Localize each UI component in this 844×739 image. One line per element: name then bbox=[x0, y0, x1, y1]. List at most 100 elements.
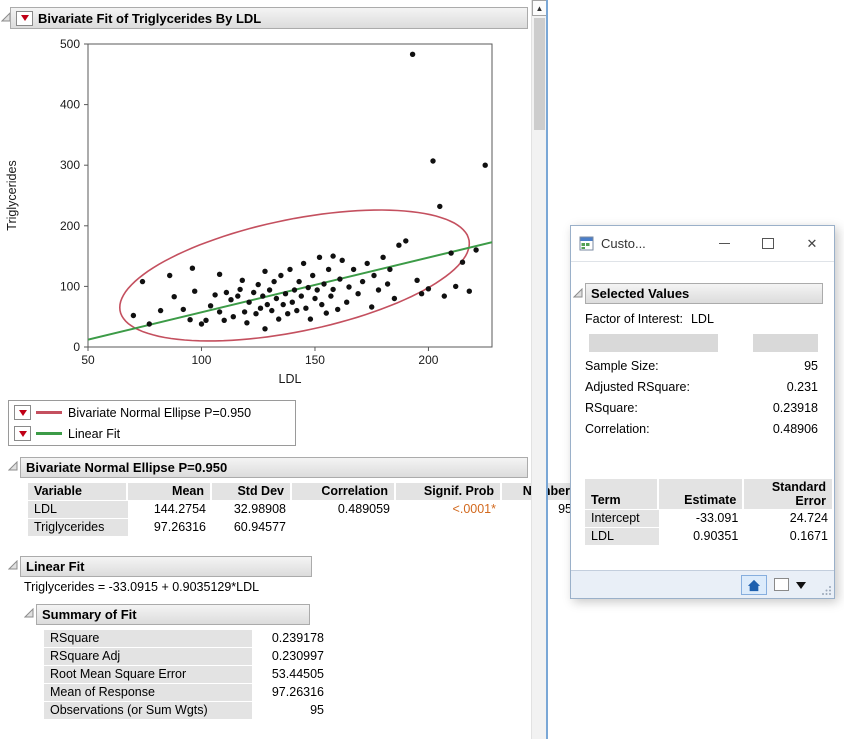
factor-of-interest-label: Factor of Interest: bbox=[585, 312, 683, 326]
fit-equation: Triglycerides = -33.0915 + 0.9035129*LDL bbox=[24, 580, 259, 594]
window-title: Custo... bbox=[601, 236, 702, 251]
red-triangle-menu-icon[interactable] bbox=[14, 405, 31, 420]
section-title: Summary of Fit bbox=[42, 607, 137, 622]
section-header-selected-values: Selected Values bbox=[585, 283, 823, 304]
legend-swatch bbox=[36, 432, 62, 435]
svg-text:400: 400 bbox=[60, 98, 80, 112]
value-list-box[interactable] bbox=[753, 334, 818, 352]
scatter-plot[interactable]: 010020030040050050100150200Triglycerides… bbox=[0, 30, 530, 392]
coefficient-table: Term Estimate Standard Error Intercept -… bbox=[585, 479, 834, 545]
summary-label: Mean of Response bbox=[44, 683, 252, 701]
svg-text:150: 150 bbox=[305, 353, 325, 367]
factor-list-box[interactable] bbox=[589, 334, 718, 352]
row-header: Triglycerides bbox=[28, 518, 128, 536]
section-header-summary: Summary of Fit bbox=[36, 604, 310, 625]
row-header: LDL bbox=[28, 500, 128, 518]
report-title-bar: Bivariate Fit of Triglycerides By LDL bbox=[10, 7, 528, 29]
stat-value: 0.23918 bbox=[773, 401, 818, 415]
svg-text:300: 300 bbox=[60, 158, 80, 172]
summary-label: Observations (or Sum Wgts) bbox=[44, 701, 252, 719]
table-cell: -33.091 bbox=[659, 509, 745, 527]
close-button[interactable]: ✕ bbox=[790, 226, 834, 262]
maximize-button[interactable] bbox=[746, 226, 790, 262]
summary-value: 95 bbox=[252, 701, 330, 719]
resize-grip[interactable] bbox=[821, 585, 832, 596]
summary-value: 0.230997 bbox=[252, 647, 330, 665]
stat-label: RSquare: bbox=[585, 401, 638, 415]
svg-text:500: 500 bbox=[60, 37, 80, 51]
svg-text:0: 0 bbox=[73, 340, 80, 354]
legend-label: Bivariate Normal Ellipse P=0.950 bbox=[68, 406, 251, 420]
red-triangle-glyph bbox=[19, 410, 27, 416]
table-row: Mean of Response 97.26316 bbox=[44, 683, 330, 701]
svg-text:LDL: LDL bbox=[279, 372, 302, 386]
svg-text:200: 200 bbox=[60, 219, 80, 233]
table-row: LDL 0.90351 0.1671 bbox=[585, 527, 834, 545]
disclosure-triangle-icon[interactable] bbox=[24, 608, 34, 618]
summary-table: RSquare 0.239178 RSquare Adj 0.230997 Ro… bbox=[44, 629, 330, 719]
summary-value: 97.26316 bbox=[252, 683, 330, 701]
table-row: RSquare 0.239178 bbox=[44, 629, 330, 647]
stat-value: 0.48906 bbox=[773, 422, 818, 436]
scroll-up-icon: ▲ bbox=[536, 4, 544, 13]
scroll-up-button[interactable]: ▲ bbox=[532, 0, 547, 16]
stat-label: Sample Size: bbox=[585, 359, 659, 373]
table-header-row: Variable Mean Std Dev Correlation Signif… bbox=[28, 483, 578, 500]
row-header: LDL bbox=[585, 527, 659, 545]
column-header: Std Dev bbox=[212, 483, 292, 500]
home-icon bbox=[747, 579, 761, 592]
svg-text:100: 100 bbox=[191, 353, 211, 367]
red-triangle-glyph bbox=[21, 15, 29, 21]
column-header: Variable bbox=[28, 483, 128, 500]
section-title: Linear Fit bbox=[26, 559, 85, 574]
red-triangle-glyph bbox=[19, 431, 27, 437]
red-triangle-menu-icon[interactable] bbox=[14, 426, 31, 441]
disclosure-triangle-icon[interactable] bbox=[8, 461, 18, 471]
table-cell bbox=[292, 518, 396, 536]
column-header: Signif. Prob bbox=[396, 483, 502, 500]
summary-value: 53.44505 bbox=[252, 665, 330, 683]
section-title: Selected Values bbox=[591, 286, 689, 301]
summary-value: 0.239178 bbox=[252, 629, 330, 647]
disclosure-triangle-icon[interactable] bbox=[573, 288, 583, 298]
legend-item: Bivariate Normal Ellipse P=0.950 bbox=[9, 402, 295, 423]
stat-label: Correlation: bbox=[585, 422, 650, 436]
stat-row: Sample Size: 95 bbox=[585, 359, 818, 373]
summary-label: RSquare Adj bbox=[44, 647, 252, 665]
window-border-line bbox=[546, 0, 548, 739]
table-row: Triglycerides 97.26316 60.94577 bbox=[28, 518, 578, 536]
window-title-bar[interactable]: Custo... ✕ bbox=[571, 226, 834, 262]
table-row: RSquare Adj 0.230997 bbox=[44, 647, 330, 665]
table-row: Observations (or Sum Wgts) 95 bbox=[44, 701, 330, 719]
column-header: Standard Error bbox=[744, 479, 834, 509]
summary-label: Root Mean Square Error bbox=[44, 665, 252, 683]
section-title: Bivariate Normal Ellipse P=0.950 bbox=[26, 460, 227, 475]
legend-item: Linear Fit bbox=[9, 423, 295, 444]
stat-row: RSquare: 0.23918 bbox=[585, 401, 818, 415]
disclosure-triangle-icon[interactable] bbox=[8, 560, 18, 570]
dropdown-arrow-icon[interactable] bbox=[796, 582, 806, 589]
red-triangle-menu-icon[interactable] bbox=[16, 11, 33, 26]
svg-text:50: 50 bbox=[81, 353, 95, 367]
table-cell: 60.94577 bbox=[212, 518, 292, 536]
table-cell: 32.98908 bbox=[212, 500, 292, 518]
maximize-icon bbox=[762, 238, 774, 249]
home-button[interactable] bbox=[741, 575, 767, 595]
section-header-linear-fit: Linear Fit bbox=[20, 556, 312, 577]
scrollbar-thumb[interactable] bbox=[534, 18, 545, 130]
report-vertical-scrollbar[interactable]: ▲ bbox=[531, 0, 546, 739]
stat-row: Correlation: 0.48906 bbox=[585, 422, 818, 436]
table-cell: 24.724 bbox=[744, 509, 834, 527]
ellipse-stats-table: Variable Mean Std Dev Correlation Signif… bbox=[28, 483, 578, 536]
stat-label: Adjusted RSquare: bbox=[585, 380, 690, 394]
minimize-button[interactable] bbox=[702, 226, 746, 262]
legend-label: Linear Fit bbox=[68, 427, 120, 441]
section-header-ellipse: Bivariate Normal Ellipse P=0.950 bbox=[20, 457, 528, 478]
table-cell: 97.26316 bbox=[128, 518, 212, 536]
summary-label: RSquare bbox=[44, 629, 252, 647]
legend-swatch bbox=[36, 411, 62, 414]
stat-row: Adjusted RSquare: 0.231 bbox=[585, 380, 818, 394]
screen: Bivariate Fit of Triglycerides By LDL 0 1… bbox=[0, 0, 844, 739]
table-row: Root Mean Square Error 53.44505 bbox=[44, 665, 330, 683]
dock-checkbox[interactable] bbox=[774, 578, 789, 591]
